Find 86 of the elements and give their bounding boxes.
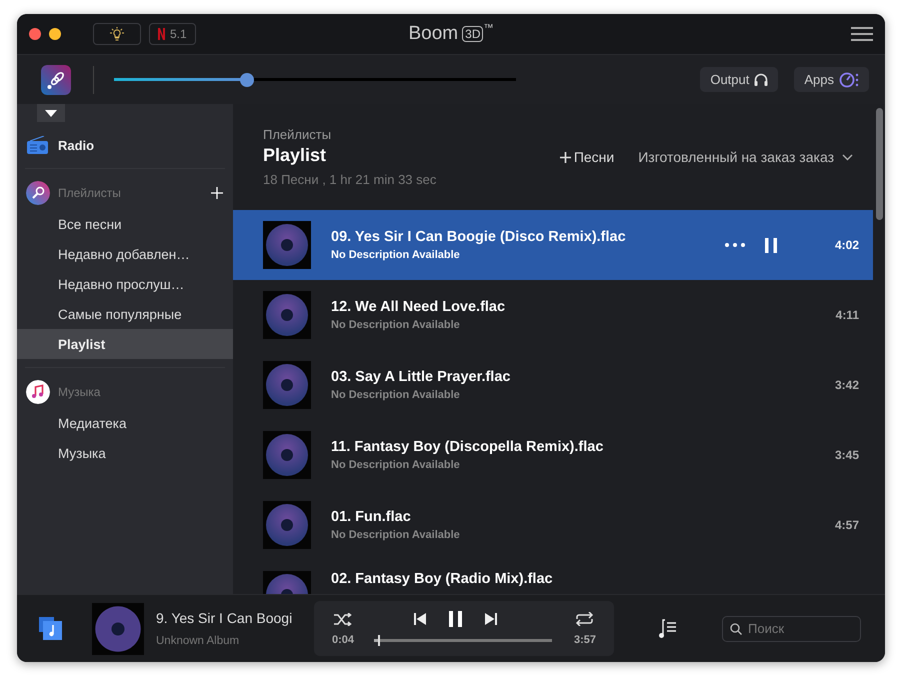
track-description: No Description Available: [331, 319, 461, 331]
trademark-sign: ™: [483, 23, 494, 34]
album-art: [263, 291, 311, 339]
shuffle-button[interactable]: [334, 612, 352, 626]
add-songs-button[interactable]: Песни: [560, 149, 614, 165]
radio-icon: [27, 136, 48, 154]
minimize-button[interactable]: [49, 28, 61, 40]
track-duration: 3:42: [834, 378, 859, 392]
track-title: 11. Fantasy Boy (Discopella Remix).flac: [331, 439, 604, 455]
track-row[interactable]: 01. Fun.flac No Description Available 4:57: [233, 490, 873, 560]
output-button[interactable]: Output: [700, 67, 778, 92]
music-note-icon: [26, 380, 50, 404]
pause-icon[interactable]: [765, 238, 777, 252]
elapsed-time: 0:04: [332, 634, 354, 646]
track-row[interactable]: 03. Say A Little Prayer.flac No Description Available 3:42: [233, 350, 873, 420]
sidebar-item[interactable]: Недавно прослуш…: [17, 269, 233, 299]
sidebar-item[interactable]: Все песни: [17, 209, 233, 239]
track-description: No Description Available: [331, 389, 461, 401]
more-icon[interactable]: [725, 243, 745, 247]
sidebar-item[interactable]: Недавно добавлен…: [17, 239, 233, 269]
next-button[interactable]: [485, 613, 497, 625]
now-playing-title: 9. Yes Sir I Can Boogi: [156, 610, 294, 626]
scrollbar-thumb[interactable]: [876, 108, 883, 220]
pause-button[interactable]: [449, 611, 462, 627]
menu-icon[interactable]: [851, 27, 873, 41]
headphones-icon: [754, 72, 768, 87]
apps-button[interactable]: Apps: [794, 67, 869, 92]
repeat-icon: [575, 612, 594, 626]
track-row[interactable]: 09. Yes Sir I Can Boogie (Disco Remix).flac No Description Available 4:02: [233, 210, 873, 280]
track-duration: 4:11: [834, 308, 859, 322]
now-playing-album: Unknown Album: [156, 635, 240, 647]
sidebar-item[interactable]: Самые популярные: [17, 299, 233, 329]
radio-label[interactable]: Radio: [58, 138, 94, 152]
sidebar-item[interactable]: Медиатека: [17, 408, 233, 438]
track-duration: 3:45: [834, 448, 859, 462]
dropdown-toggle[interactable]: [37, 104, 65, 122]
track-duration: 4:02: [834, 238, 859, 252]
album-art: [263, 431, 311, 479]
total-time: 3:57: [574, 634, 596, 646]
triangle-down-icon: [45, 110, 57, 116]
track-title: 09. Yes Sir I Can Boogie (Disco Remix).flac: [331, 229, 627, 245]
album-art: [263, 501, 311, 549]
track-row[interactable]: 12. We All Need Love.flac No Description Available 4:11: [233, 280, 873, 350]
shuffle-icon: [334, 612, 352, 626]
plus-icon: [560, 152, 571, 162]
track-title: 02. Fantasy Boy (Radio Mix).flac: [331, 571, 554, 587]
music-note-icon[interactable]: [39, 617, 62, 640]
playlist-summary: 18 Песни , 1 hr 21 min 33 sec: [263, 172, 438, 187]
dial-icon: [839, 72, 859, 88]
netflix-surround-button[interactable]: 5.1: [149, 23, 196, 45]
queue-icon[interactable]: [658, 618, 678, 638]
previous-button[interactable]: [414, 613, 426, 625]
track-title: 03. Say A Little Prayer.flac: [331, 369, 512, 385]
album-art: [92, 602, 144, 654]
letter-n-icon: [158, 28, 165, 40]
sidebar-item[interactable]: Музыка: [17, 438, 233, 468]
search-icon: [730, 622, 742, 634]
lightbulb-icon: [108, 27, 126, 41]
track-row[interactable]: 11. Fantasy Boy (Discopella Remix).flac No Description Available 3:45: [233, 420, 873, 490]
album-art: [263, 221, 311, 269]
search-field[interactable]: Поиск: [722, 616, 861, 642]
track-description: No Description Available: [331, 529, 461, 541]
track-description: No Description Available: [331, 249, 461, 261]
section-header: Музыка: [58, 385, 102, 399]
album-art: [263, 361, 311, 409]
playlist-title: Playlist: [263, 145, 328, 166]
plus-icon[interactable]: [211, 187, 223, 199]
section-header: Плейлисты: [58, 186, 122, 200]
skip-back-icon: [414, 613, 426, 625]
pause-icon: [449, 611, 462, 627]
skip-forward-icon: [485, 613, 497, 625]
track-title: 01. Fun.flac: [331, 509, 412, 525]
title-badge: 3D: [462, 26, 484, 42]
sort-dropdown[interactable]: Изготовленный на заказ заказ: [638, 149, 853, 165]
sidebar-item[interactable]: Playlist: [17, 329, 233, 359]
breadcrumb: Плейлисты: [263, 127, 332, 142]
chevron-down-icon: [842, 154, 853, 160]
volume-slider[interactable]: [114, 72, 516, 86]
window-title: Boom: [408, 23, 458, 45]
light-button[interactable]: [93, 23, 141, 45]
app-logo-icon[interactable]: [41, 64, 71, 94]
track-title: 12. We All Need Love.flac: [331, 299, 506, 315]
track-description: No Description Available: [331, 459, 461, 471]
track-duration: 4:57: [834, 518, 859, 532]
repeat-button[interactable]: [575, 612, 594, 626]
close-button[interactable]: [29, 28, 41, 40]
